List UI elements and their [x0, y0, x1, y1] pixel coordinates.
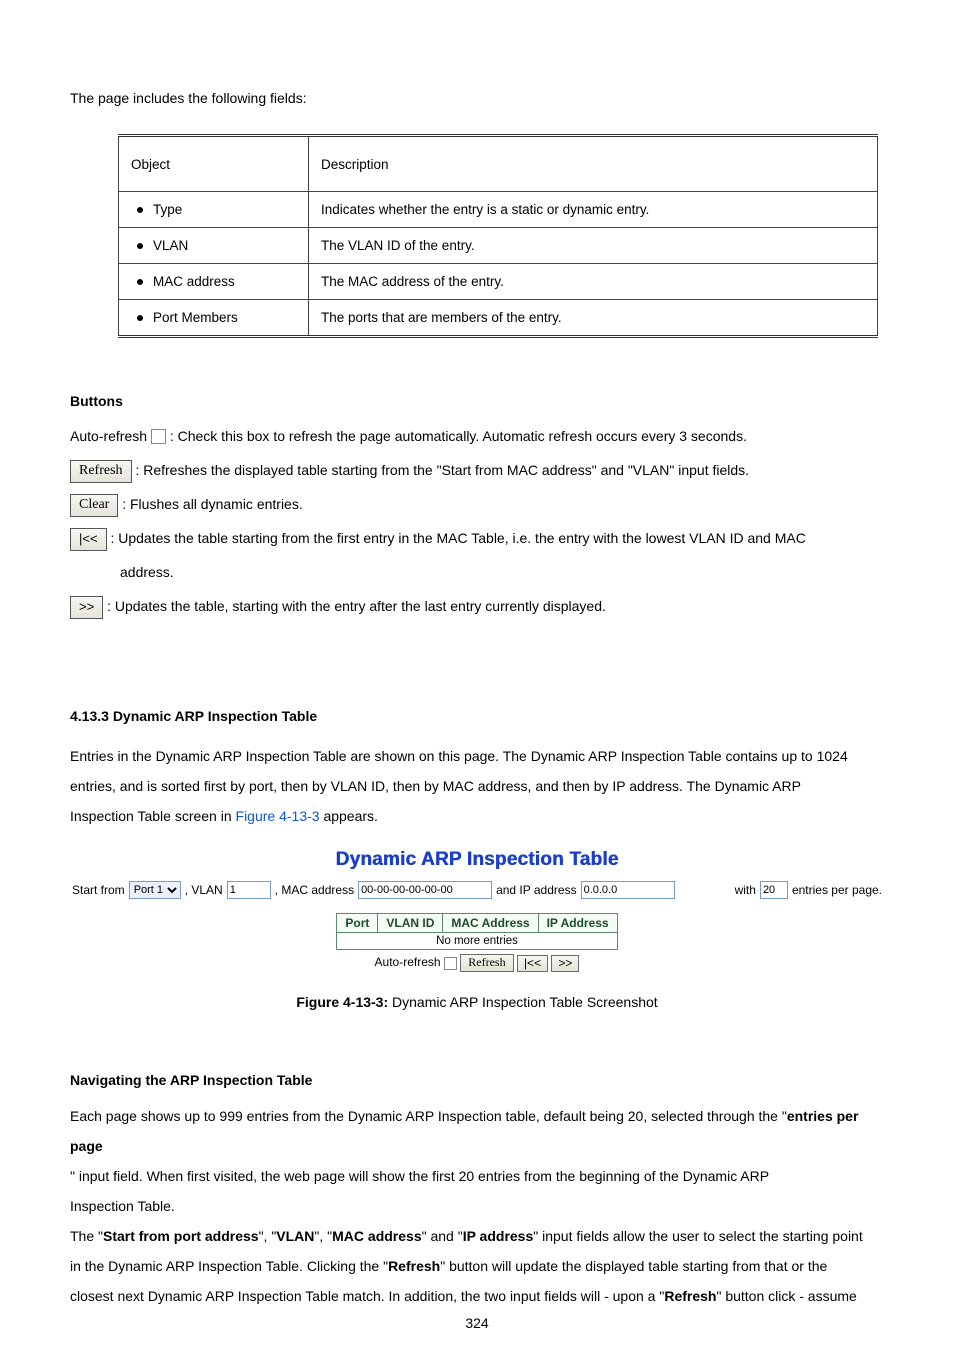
- field-desc: The VLAN ID of the entry.: [309, 228, 878, 264]
- auto-refresh-prefix: Auto-refresh: [70, 428, 151, 444]
- nav-bold: Refresh: [664, 1288, 716, 1304]
- screenshot-title: Dynamic ARP Inspection Table: [72, 849, 882, 871]
- nav-text: Inspection Table.: [70, 1191, 884, 1221]
- mini-first-button[interactable]: |<<: [517, 955, 548, 972]
- vlan-input[interactable]: [227, 881, 271, 899]
- start-from-label: Start from: [72, 883, 125, 897]
- th-port: Port: [337, 914, 378, 933]
- buttons-section: Buttons Auto-refresh : Check this box to…: [70, 393, 884, 621]
- bullet-icon: [137, 279, 143, 285]
- clear-desc: : Flushes all dynamic entries.: [122, 496, 303, 512]
- buttons-heading: Buttons: [70, 393, 884, 409]
- nav-text: " input fields allow the user to select …: [533, 1228, 863, 1244]
- nav-heading: Navigating the ARP Inspection Table: [70, 1065, 884, 1095]
- nav-text: " input field. When first visited, the w…: [70, 1168, 769, 1184]
- nav-text: closest next Dynamic ARP Inspection Tabl…: [70, 1288, 664, 1304]
- figure-caption-prefix: Figure 4-13-3:: [296, 994, 392, 1010]
- next-page-button[interactable]: >>: [70, 596, 103, 619]
- table-row: Type Indicates whether the entry is a st…: [119, 192, 878, 228]
- nav-text: Each page shows up to 999 entries from t…: [70, 1108, 787, 1124]
- nav-bold: VLAN: [276, 1228, 314, 1244]
- no-entries-row: No more entries: [337, 933, 617, 950]
- dyn-intro-line: appears.: [323, 808, 377, 824]
- mac-label: , MAC address: [275, 883, 354, 897]
- field-desc: Indicates whether the entry is a static …: [309, 192, 878, 228]
- field-label: Type: [153, 202, 182, 217]
- table-row: VLAN The VLAN ID of the entry.: [119, 228, 878, 264]
- clear-button[interactable]: Clear: [70, 494, 118, 517]
- field-desc: The ports that are members of the entry.: [309, 300, 878, 337]
- first-page-button[interactable]: |<<: [70, 528, 107, 551]
- mini-refresh-button[interactable]: Refresh: [460, 954, 513, 972]
- th-mac: MAC Address: [443, 914, 538, 933]
- figure-caption-text: Dynamic ARP Inspection Table Screenshot: [392, 994, 658, 1010]
- th-desc: Description: [309, 136, 878, 192]
- dyn-intro-line: Entries in the Dynamic ARP Inspection Ta…: [70, 741, 884, 771]
- first-desc-cont: address.: [70, 557, 884, 587]
- nav-text: in the Dynamic ARP Inspection Table. Cli…: [70, 1258, 388, 1274]
- field-label: Port Members: [153, 310, 238, 325]
- page-number: 324: [0, 1315, 954, 1331]
- dyn-intro-line: entries, and is sorted first by port, th…: [70, 771, 884, 801]
- nav-text: " button click - assume: [716, 1288, 856, 1304]
- bullet-icon: [137, 243, 143, 249]
- field-label: MAC address: [153, 274, 235, 289]
- bullet-icon: [137, 315, 143, 321]
- nav-bold: Refresh: [388, 1258, 440, 1274]
- bullet-icon: [137, 207, 143, 213]
- nav-text: The ": [70, 1228, 103, 1244]
- ip-input[interactable]: [581, 881, 675, 899]
- screenshot-panel: Dynamic ARP Inspection Table Start from …: [72, 849, 882, 1010]
- nav-bold: IP address: [463, 1228, 534, 1244]
- fields-table: Object Description Type Indicates whethe…: [118, 134, 878, 338]
- nav-text: ", ": [259, 1228, 277, 1244]
- dynamic-arp-section: 4.13.3 Dynamic ARP Inspection Table Entr…: [70, 701, 884, 831]
- auto-refresh-text: : Check this box to refresh the page aut…: [170, 428, 747, 444]
- th-vlanid: VLAN ID: [378, 914, 443, 933]
- ip-label: and IP address: [496, 883, 577, 897]
- intro-line: The page includes the following fields:: [70, 90, 884, 106]
- nav-text: " and ": [422, 1228, 463, 1244]
- screenshot-controls: Auto-refresh Refresh |<< >>: [72, 954, 882, 972]
- field-desc: The MAC address of the entry.: [309, 264, 878, 300]
- refresh-desc: : Refreshes the displayed table starting…: [135, 462, 749, 478]
- mini-auto-refresh-checkbox[interactable]: [444, 957, 457, 970]
- mini-auto-refresh-label: Auto-refresh: [375, 955, 441, 969]
- mac-input[interactable]: [358, 881, 492, 899]
- nav-bold: MAC address: [332, 1228, 421, 1244]
- th-ip: IP Address: [538, 914, 617, 933]
- first-desc: : Updates the table starting from the fi…: [110, 530, 805, 546]
- figure-reference-link[interactable]: Figure 4-13-3: [236, 808, 320, 824]
- table-row: Port Members The ports that are members …: [119, 300, 878, 337]
- navigating-section: Navigating the ARP Inspection Table Each…: [70, 1065, 884, 1311]
- auto-refresh-checkbox[interactable]: [151, 429, 166, 444]
- refresh-button[interactable]: Refresh: [70, 460, 132, 483]
- port-select[interactable]: Port 1: [129, 881, 181, 899]
- dyn-intro-line: Inspection Table screen in: [70, 808, 236, 824]
- table-row: MAC address The MAC address of the entry…: [119, 264, 878, 300]
- with-label: with: [735, 883, 756, 897]
- section-heading: 4.13.3 Dynamic ARP Inspection Table: [70, 701, 884, 731]
- screenshot-filter-bar: Start from Port 1 , VLAN , MAC address a…: [72, 881, 882, 899]
- nav-text: " button will update the displayed table…: [440, 1258, 827, 1274]
- mini-next-button[interactable]: >>: [551, 955, 579, 972]
- nav-text: ", ": [314, 1228, 332, 1244]
- next-desc: : Updates the table, starting with the e…: [107, 598, 606, 614]
- entries-per-page-input[interactable]: [760, 881, 788, 899]
- th-object: Object: [119, 136, 309, 192]
- entries-label: entries per page.: [792, 883, 882, 897]
- nav-bold: Start from port address: [103, 1228, 259, 1244]
- field-label: VLAN: [153, 238, 188, 253]
- arp-table: Port VLAN ID MAC Address IP Address No m…: [336, 913, 617, 950]
- vlan-label: , VLAN: [185, 883, 223, 897]
- table-header-row: Object Description: [119, 136, 878, 192]
